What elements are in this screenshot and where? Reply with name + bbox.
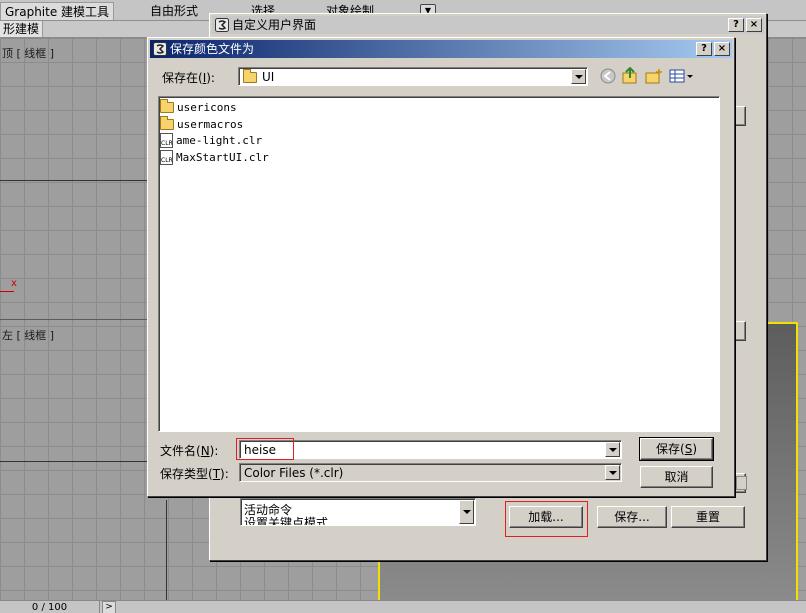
save-in-value: UI: [262, 70, 275, 84]
tab-graphite[interactable]: Graphite 建模工具: [0, 2, 115, 20]
save-dialog-titlebar[interactable]: 保存颜色文件为 ? ×: [150, 40, 732, 58]
filetype-label: 保存类型(T):: [160, 467, 229, 481]
max-logo-icon: [153, 42, 167, 56]
save-in-dropdown-button[interactable]: [571, 69, 586, 84]
view-menu-icon[interactable]: [669, 68, 695, 84]
back-icon[interactable]: [600, 68, 616, 84]
folder-icon: [160, 98, 174, 113]
viewport-label-top[interactable]: 顶 [ 线框 ]: [2, 45, 54, 61]
highlight-filename: [236, 438, 294, 460]
filename-input[interactable]: heise: [239, 440, 622, 459]
folder-icon: [243, 69, 257, 83]
command-list[interactable]: 活动命令 设置关键点模式: [240, 498, 476, 526]
axis-x-label: x: [11, 278, 17, 289]
save-dialog-title: 保存颜色文件为: [170, 42, 255, 56]
save-in-combo[interactable]: UI: [238, 67, 588, 86]
chevron-down-icon: [608, 470, 617, 475]
chevron-down-icon: [574, 74, 583, 79]
chevron-down-icon: [608, 447, 617, 452]
help-button[interactable]: ?: [728, 18, 744, 32]
list-dropdown-button[interactable]: [459, 500, 474, 524]
viewport-label-left[interactable]: 左 [ 线框 ]: [2, 327, 54, 343]
grid-axis-line: [166, 500, 167, 600]
list-item[interactable]: 活动命令: [244, 504, 292, 516]
filename-label: 文件名(N):: [160, 444, 219, 458]
list-item[interactable]: usermacros: [160, 115, 244, 132]
new-folder-icon[interactable]: [645, 68, 663, 84]
list-item[interactable]: 设置关键点模式: [244, 517, 328, 525]
save-in-label: 保存在(I):: [162, 71, 215, 85]
file-name: usermacros: [177, 117, 244, 131]
time-slider[interactable]: 0 / 100: [0, 601, 100, 613]
close-button[interactable]: ×: [714, 42, 730, 56]
save-button[interactable]: 保存...: [597, 506, 667, 528]
filename-dropdown-button[interactable]: [605, 442, 620, 457]
list-item[interactable]: MaxStartUI.clr: [160, 149, 269, 165]
filetype-combo[interactable]: Color Files (*.clr): [239, 463, 622, 482]
list-item[interactable]: usericons: [160, 98, 237, 115]
folder-icon: [160, 115, 174, 130]
list-item[interactable]: ame-light.clr: [160, 132, 262, 148]
reset-button[interactable]: 重置: [671, 506, 745, 528]
up-folder-icon[interactable]: [622, 67, 638, 85]
save-dialog-save-button[interactable]: 保存(S): [639, 437, 714, 461]
chevron-down-icon: [462, 510, 471, 514]
side-button[interactable]: [734, 321, 746, 341]
clr-file-icon: [160, 132, 173, 148]
customize-ui-title: 自定义用户界面: [232, 18, 317, 32]
cancel-button[interactable]: 取消: [640, 466, 713, 488]
next-frame-button[interactable]: >: [102, 601, 116, 613]
side-button[interactable]: [734, 106, 746, 126]
filetype-value: Color Files (*.clr): [244, 466, 344, 480]
timeline-bar: 0 / 100 >: [0, 600, 806, 613]
close-button[interactable]: ×: [746, 18, 762, 32]
file-name: MaxStartUI.clr: [176, 150, 269, 164]
help-button[interactable]: ?: [696, 42, 712, 56]
filetype-dropdown-button[interactable]: [605, 465, 620, 480]
resize-grip[interactable]: [736, 476, 747, 490]
max-logo-icon: [215, 18, 229, 32]
file-name: ame-light.clr: [176, 133, 263, 147]
axis-x-line: [0, 291, 14, 292]
customize-ui-titlebar[interactable]: 自定义用户界面 ? ×: [212, 16, 764, 34]
highlight-load: [505, 501, 588, 537]
tab-freeform[interactable]: 自由形式: [146, 2, 202, 20]
file-name: usericons: [177, 100, 237, 114]
subtab-modeling[interactable]: 形建模: [0, 21, 44, 37]
clr-file-icon: [160, 149, 173, 165]
